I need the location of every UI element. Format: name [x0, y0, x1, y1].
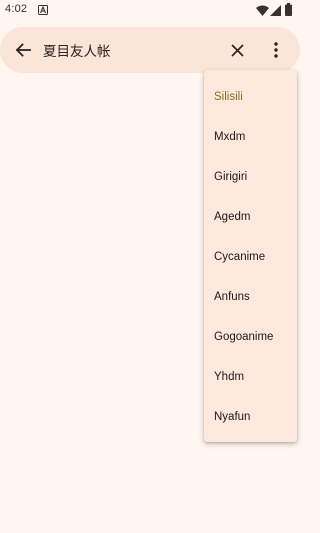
search-bar: [0, 27, 300, 73]
menu-item-cycanime[interactable]: Cycanime: [204, 237, 297, 277]
a-notification-icon: [38, 5, 48, 15]
menu-item-mxdm[interactable]: Mxdm: [204, 117, 297, 157]
menu-item-agedm[interactable]: Agedm: [204, 197, 297, 237]
status-bar: 4:02: [0, 0, 300, 20]
menu-item-yhdm[interactable]: Yhdm: [204, 357, 297, 397]
app-screen: 4:02 夏目友人帐 Silisili Mxdm Girigiri Agedm …: [0, 0, 300, 533]
menu-item-nyafun[interactable]: Nyafun: [204, 397, 297, 437]
battery-icon: [285, 3, 292, 16]
menu-item-silisili[interactable]: Silisili: [204, 77, 297, 117]
menu-item-gogoanime[interactable]: Gogoanime: [204, 317, 297, 357]
more-options-button[interactable]: [264, 35, 288, 65]
back-button[interactable]: [8, 35, 38, 65]
menu-item-girigiri[interactable]: Girigiri: [204, 157, 297, 197]
clear-search-button[interactable]: [222, 35, 252, 65]
arrow-left-icon: [15, 43, 31, 57]
close-icon: [230, 43, 244, 57]
more-vert-icon: [274, 42, 278, 58]
menu-item-anfuns[interactable]: Anfuns: [204, 277, 297, 317]
wifi-icon: [256, 5, 269, 16]
cellular-signal-icon: [270, 5, 281, 16]
source-menu: Silisili Mxdm Girigiri Agedm Cycanime An…: [204, 70, 297, 442]
status-time: 4:02: [5, 3, 28, 15]
search-input[interactable]: [43, 38, 213, 62]
